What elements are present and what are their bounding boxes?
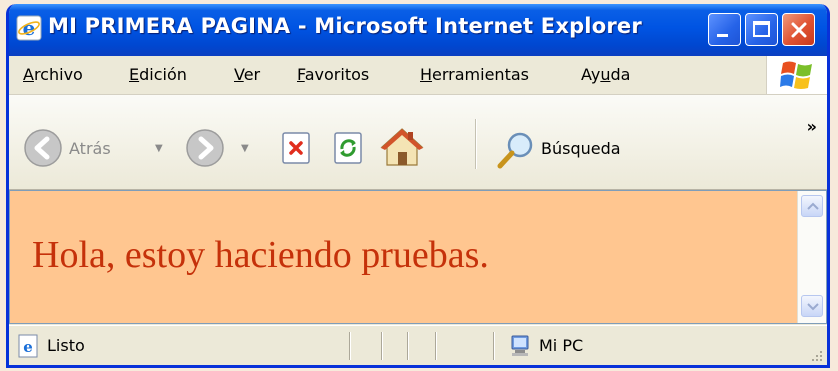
menu-ver[interactable]: Ver <box>234 65 260 84</box>
page-status-icon: e <box>18 334 38 358</box>
search-label[interactable]: Búsqueda <box>541 139 621 158</box>
close-icon <box>791 22 807 38</box>
toolbar-separator <box>475 119 477 169</box>
toolbar: Atrás ▼ ▼ Búsqueda » <box>9 95 827 190</box>
chevron-down-icon <box>807 303 819 311</box>
menu-archivo[interactable]: Archivo <box>23 65 83 84</box>
minimize-button[interactable] <box>708 13 741 46</box>
forward-icon[interactable] <box>185 128 225 168</box>
window-title: MI PRIMERA PAGINA - Microsoft Internet E… <box>48 14 642 38</box>
back-dropdown-icon[interactable]: ▼ <box>155 143 163 154</box>
stop-icon[interactable] <box>280 131 314 165</box>
title-bar[interactable]: e MI PRIMERA PAGINA - Microsoft Internet… <box>9 4 827 56</box>
svg-text:e: e <box>23 16 36 40</box>
menu-ayuda[interactable]: Ayuda <box>581 65 630 84</box>
my-computer-icon <box>511 335 529 356</box>
resize-grip-icon[interactable] <box>809 348 823 362</box>
maximize-button[interactable] <box>745 13 778 46</box>
windows-logo <box>766 56 827 94</box>
status-divider <box>349 332 351 360</box>
security-zone-label: Mi PC <box>539 336 584 355</box>
status-divider <box>435 332 437 360</box>
status-text: Listo <box>47 336 85 355</box>
status-divider <box>381 332 383 360</box>
close-button[interactable] <box>782 13 815 46</box>
menu-bar: Archivo Edición Ver Favoritos Herramient… <box>9 56 827 95</box>
menu-edicion[interactable]: Edición <box>129 65 187 84</box>
page-viewport: Hola, estoy haciendo pruebas. <box>9 190 827 324</box>
minimize-icon <box>717 34 728 37</box>
scroll-down-button[interactable] <box>801 295 823 317</box>
ie-logo-icon: e <box>16 15 42 41</box>
vertical-scrollbar[interactable] <box>797 191 826 323</box>
search-icon[interactable] <box>495 129 537 171</box>
svg-text:e: e <box>23 338 33 356</box>
browser-window: e MI PRIMERA PAGINA - Microsoft Internet… <box>6 4 830 368</box>
maximize-icon <box>753 21 770 37</box>
menu-favoritos[interactable]: Favoritos <box>297 65 369 84</box>
more-tools-chevron-icon[interactable]: » <box>807 117 817 136</box>
status-bar: e Listo Mi PC <box>9 325 827 365</box>
status-divider <box>407 332 409 360</box>
menu-herramientas[interactable]: Herramientas <box>420 65 529 84</box>
back-label[interactable]: Atrás <box>69 139 111 158</box>
back-icon[interactable] <box>23 128 63 168</box>
home-icon[interactable] <box>379 125 425 169</box>
chevron-up-icon <box>807 202 819 210</box>
forward-dropdown-icon[interactable]: ▼ <box>241 143 249 154</box>
refresh-icon[interactable] <box>332 131 366 165</box>
windows-flag-icon <box>780 61 812 89</box>
scroll-up-button[interactable] <box>801 195 823 217</box>
page-text: Hola, estoy haciendo pruebas. <box>32 234 489 276</box>
status-divider <box>493 332 495 360</box>
